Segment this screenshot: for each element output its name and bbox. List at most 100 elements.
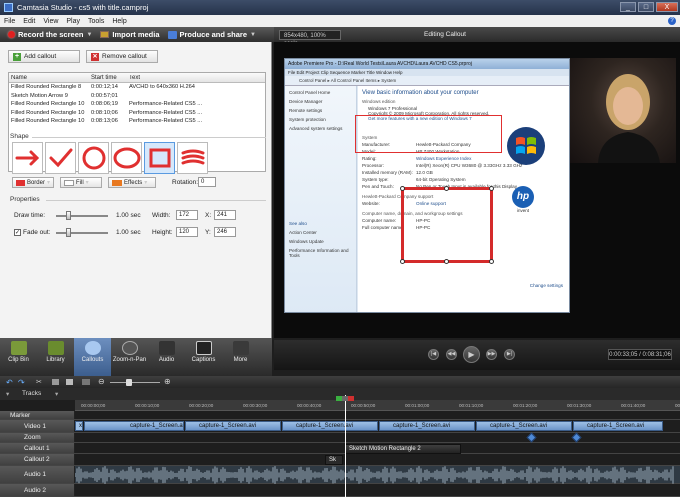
table-row[interactable]: Filled Rounded Rectangle 10 0:08:10;06 Per…	[9, 109, 265, 118]
border-dropdown[interactable]: Border ▾	[12, 177, 54, 188]
menu-edit[interactable]: Edit	[23, 18, 35, 25]
draw-time-slider[interactable]	[56, 211, 108, 220]
height-field[interactable]: 120	[176, 227, 198, 237]
tab-label: More	[233, 357, 248, 363]
remove-callout-button[interactable]: ✕ Remove callout	[86, 50, 158, 63]
copy-icon[interactable]	[52, 379, 59, 385]
shape-sketch-arrow[interactable]	[12, 142, 43, 174]
video-clip[interactable]: capture-1_Screen.avi	[84, 421, 184, 431]
close-button[interactable]: X	[656, 2, 678, 12]
zoom-in-icon[interactable]: ⊕	[164, 377, 171, 386]
video-clip[interactable]: capture-1_Screen.avi	[185, 421, 281, 431]
fade-out-checkbox[interactable]: ✓	[14, 229, 21, 236]
shape-sketch-ellipse[interactable]	[78, 142, 109, 174]
chevron-down-icon: ▼	[86, 31, 93, 38]
time-ruler[interactable]: 00:00:00;00 00:00:10;00 00:00:20;00 00:00:3…	[75, 400, 680, 411]
menu-view[interactable]: View	[43, 18, 58, 25]
chevron-down-icon[interactable]: ▾	[6, 390, 9, 398]
table-row[interactable]: Filled Rounded Rectangle 10 0:08:06;19 Per…	[9, 100, 265, 109]
rotation-field[interactable]: 0	[198, 177, 216, 187]
fade-out-value: 1.00 sec	[116, 229, 141, 236]
row-name: Filled Rounded Rectangle 8	[11, 84, 82, 91]
tab-label: Clip Bin	[8, 357, 29, 363]
zoom-keyframe[interactable]	[571, 432, 582, 443]
tab-library[interactable]: Library	[37, 338, 74, 376]
next-clip-button[interactable]: ▶|	[504, 349, 515, 360]
fade-out-label: Fade out:	[23, 229, 51, 236]
library-icon	[47, 341, 64, 355]
fast-forward-button[interactable]: ▶▶	[486, 349, 497, 360]
playhead-selection-range[interactable]	[336, 396, 354, 401]
menu-help[interactable]: Help	[112, 18, 126, 25]
tab-clip-bin[interactable]: Clip Bin	[0, 338, 37, 376]
help-icon[interactable]: ?	[668, 17, 676, 25]
slider-thumb[interactable]	[66, 228, 71, 237]
tab-zoom-n-pan[interactable]: Zoom-n-Pan	[111, 338, 148, 376]
rewind-button[interactable]: ◀◀	[446, 349, 457, 360]
tab-captions[interactable]: Captions	[185, 338, 222, 376]
menu-file[interactable]: File	[4, 18, 15, 25]
fade-out-slider[interactable]	[56, 228, 108, 237]
shape-highlight-scribble[interactable]	[177, 142, 208, 174]
column-name[interactable]: Name	[9, 75, 89, 81]
video-clip[interactable]: xed	[75, 421, 83, 431]
produce-share-button[interactable]: Produce and share ▼	[167, 30, 256, 39]
play-button[interactable]: ▶	[463, 346, 480, 363]
slider-thumb[interactable]	[66, 211, 71, 220]
shape-sketch-check[interactable]	[45, 142, 76, 174]
video-clip[interactable]: capture-1_Screen.avi	[379, 421, 475, 431]
plus-icon: +	[13, 52, 21, 61]
playhead[interactable]	[345, 395, 346, 497]
ruler-tick-label: 00:00:20;00	[189, 403, 214, 408]
table-row[interactable]: Filled Rounded Rectangle 10 0:08:13;06 Per…	[9, 117, 265, 126]
tab-callouts[interactable]: Callouts	[74, 338, 111, 376]
undo-icon[interactable]: ↶	[6, 378, 13, 387]
video-clip[interactable]: capture-1_Screen.avi	[282, 421, 378, 431]
callout-clip-selected[interactable]: Sketch Motion Rectangle 2	[345, 444, 461, 454]
width-field[interactable]: 172	[176, 210, 198, 220]
menu-tools[interactable]: Tools	[88, 18, 104, 25]
minimize-button[interactable]: _	[620, 2, 636, 12]
previous-clip-button[interactable]: |◀	[428, 349, 439, 360]
cut-icon[interactable]: ✂	[36, 378, 42, 386]
zoom-keyframe[interactable]	[526, 432, 537, 443]
record-screen-button[interactable]: Record the screen ▼	[8, 30, 92, 39]
menu-play[interactable]: Play	[66, 18, 80, 25]
video-clip[interactable]: capture-1_Screen.avi	[573, 421, 663, 431]
ruler-tick-label: 00:01:40;00	[621, 403, 646, 408]
import-media-button[interactable]: Import media	[100, 30, 160, 39]
redo-icon[interactable]: ↷	[18, 378, 25, 387]
zoom-slider-thumb[interactable]	[126, 379, 132, 386]
video-clip[interactable]: capture-1_Screen.avi	[476, 421, 572, 431]
tracks-label[interactable]: Tracks	[22, 390, 41, 397]
tab-label: Captions	[191, 357, 216, 363]
chevron-down-icon: ▼	[250, 31, 256, 38]
selected-callout-rectangle[interactable]	[400, 186, 494, 264]
column-start[interactable]: Start time	[89, 75, 127, 81]
x-field[interactable]: 241	[214, 210, 236, 220]
zoom-out-icon[interactable]: ⊖	[98, 377, 105, 386]
tab-label: Audio	[158, 357, 175, 363]
effects-dropdown[interactable]: Effects ▾	[108, 177, 156, 188]
add-callout-button[interactable]: + Add callout	[8, 50, 80, 63]
table-row[interactable]: Filled Rounded Rectangle 8 0:00:12;14 AVCH…	[9, 83, 265, 92]
table-row[interactable]: Sketch Motion Arrow 9 0:00:57;01	[9, 92, 265, 101]
shape-sketch-rectangle[interactable]	[144, 142, 175, 174]
tab-audio[interactable]: Audio	[148, 338, 185, 376]
y-field[interactable]: 246	[214, 227, 236, 237]
callout-rectangle[interactable]	[355, 115, 502, 153]
audio-waveform[interactable]	[75, 466, 680, 484]
fill-dropdown[interactable]: Fill ▾	[60, 177, 102, 188]
chevron-down-icon[interactable]: ▾	[55, 390, 58, 398]
chevron-down-icon: ▾	[85, 180, 89, 186]
shape-sketch-ellipse-wide[interactable]	[111, 142, 142, 174]
column-text[interactable]: Text	[127, 75, 265, 81]
menu-bar: File Edit View Play Tools Help ?	[0, 15, 680, 27]
tab-more[interactable]: More	[222, 338, 259, 376]
paste-icon[interactable]	[66, 379, 73, 385]
zoom-slider[interactable]	[110, 379, 160, 386]
split-icon[interactable]	[82, 379, 90, 385]
callout-clip[interactable]: Sk	[325, 455, 343, 465]
maximize-button[interactable]: □	[638, 2, 654, 12]
zoom-select[interactable]: 854x480, 100% scale	[279, 29, 341, 47]
